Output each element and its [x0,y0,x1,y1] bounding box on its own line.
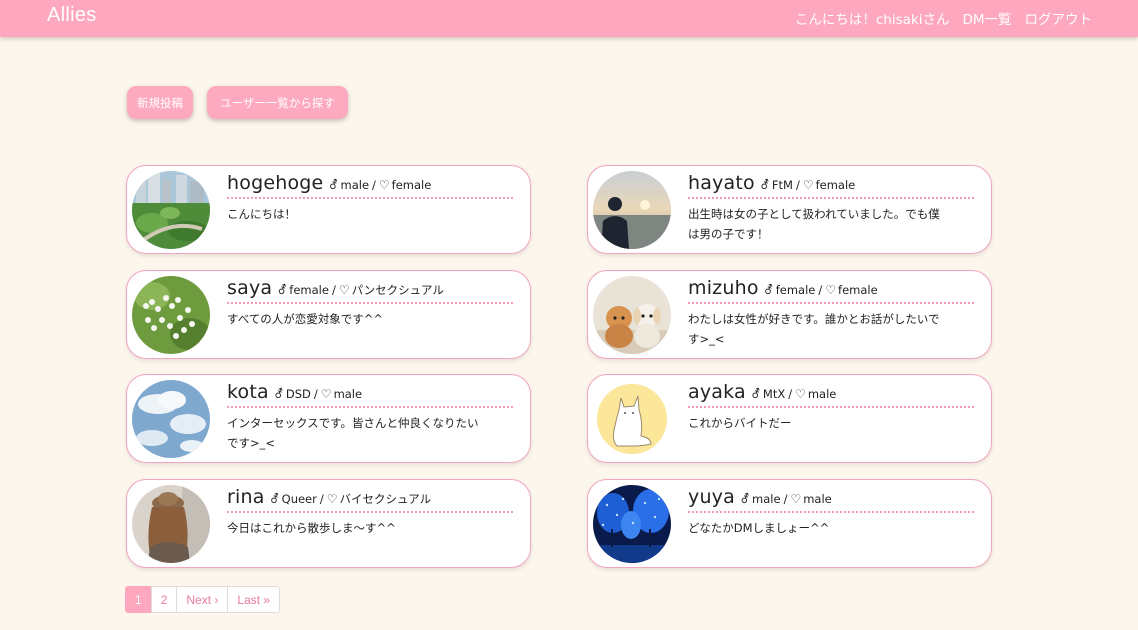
separator: / [313,387,318,401]
cat-illustration [593,380,671,458]
heart-icon: ♡ [378,178,390,192]
blue-illumination-photo [593,485,671,563]
heart-icon: ♡ [320,387,332,401]
heart-icon: ♡ [790,492,802,506]
user-bio: わたしは女性が好きです。誰かとお話がしたいです>_< [688,312,940,346]
pagination: 1 2 Next › Last » [125,586,281,613]
user-avatar[interactable] [132,276,210,354]
brand-logo[interactable]: Allies [47,4,97,27]
gender-icon: ⚦ [759,178,770,192]
user-name[interactable]: rina [227,486,265,508]
user-avatar[interactable] [593,276,671,354]
user-gender: male [752,492,781,506]
user-preference: バイセクシュアル [339,492,432,506]
user-card[interactable]: kota ⚦ DSD / ♡ male インターセックスです。皆さんと仲良くなり… [126,374,531,463]
user-avatar[interactable] [593,485,671,563]
user-gender: FtM [771,178,793,192]
page-1-button[interactable]: 1 [125,586,152,613]
user-name[interactable]: hogehoge [227,172,323,194]
user-name[interactable]: kota [227,381,269,403]
user-preference: female [391,178,432,192]
separator: / [783,492,788,506]
user-avatar[interactable] [132,380,210,458]
user-gender: male [340,178,370,192]
user-avatar[interactable] [593,171,671,249]
user-gender: female [775,283,816,297]
user-bio: こんにちは！ [227,207,296,221]
heart-icon: ♡ [802,178,814,192]
heart-icon: ♡ [825,283,837,297]
page-2-button[interactable]: 2 [150,586,178,613]
next-page-button[interactable]: Next › [176,586,229,613]
gender-icon: ⚦ [273,387,284,401]
gender-icon: ⚦ [739,492,751,506]
user-bio: 出生時は女の子として扱われていました。でも僕は男の子です！ [688,207,940,241]
nav-links: こんにちは！chisakiさん DM一覧 ログアウト [795,8,1092,28]
gender-icon: ⚦ [750,387,761,401]
user-preference: male [807,387,837,401]
separator: / [795,178,800,192]
last-page-button[interactable]: Last » [227,586,281,613]
separator: / [788,387,793,401]
gender-icon: ⚦ [763,283,774,297]
top-navbar: Allies こんにちは！chisakiさん DM一覧 ログアウト [0,0,1138,37]
user-card[interactable]: rina ⚦ Queer / ♡ バイセクシュアル 今日はこれから散歩しま〜す^… [126,479,531,568]
user-name[interactable]: mizuho [688,277,759,299]
user-card[interactable]: yuya ⚦ male / ♡ male どなたかDMしましょー^^ [587,479,992,568]
user-bio: これからバイトだー [688,416,792,430]
user-preference: male [803,492,832,506]
user-name[interactable]: yuya [688,486,735,508]
nav-greeting-link[interactable]: こんにちは！chisakiさん [795,8,950,28]
find-users-button[interactable]: ユーザー一覧から探す [207,86,348,119]
heart-icon: ♡ [795,387,806,401]
separator: / [372,178,376,192]
nav-dm-list-link[interactable]: DM一覧 [962,8,1011,28]
user-card[interactable]: hogehoge ⚦ male / ♡ female こんにちは！ [126,165,531,254]
user-preference: パンセクシュアル [351,283,444,297]
user-gender: MtX [762,387,786,401]
sunset-silhouette-photo [593,171,671,249]
separator: / [319,492,324,506]
sky-clouds-photo [132,380,210,458]
user-preference: female [838,283,878,297]
user-preference: male [333,387,363,401]
puppies-photo [593,276,671,354]
user-card[interactable]: ayaka ⚦ MtX / ♡ male これからバイトだー [587,374,992,463]
user-card[interactable]: hayato ⚦ FtM / ♡ female 出生時は女の子として扱われていま… [587,165,992,254]
separator: / [331,283,336,297]
separator: / [818,283,823,297]
new-post-button[interactable]: 新規投稿 [127,86,193,119]
white-flowers-photo [132,276,210,354]
user-avatar[interactable] [132,171,210,249]
gender-icon: ⚦ [269,492,280,506]
nav-logout-link[interactable]: ログアウト [1025,8,1093,28]
user-bio: どなたかDMしましょー^^ [688,521,830,535]
user-avatar[interactable] [593,380,671,458]
user-avatar[interactable] [132,485,210,563]
user-name[interactable]: saya [227,277,272,299]
user-gender: Queer [281,492,317,506]
user-card[interactable]: mizuho ⚦ female / ♡ female わたしは女性が好きです。誰… [587,270,992,359]
user-gender: female [289,283,329,297]
user-bio: すべての人が恋愛対象です^^ [227,312,384,326]
heart-icon: ♡ [338,283,350,297]
user-bio: 今日はこれから散歩しま〜す^^ [227,521,396,535]
gender-icon: ⚦ [277,283,288,297]
woman-hat-photo [132,485,210,563]
gender-icon: ⚦ [328,178,339,192]
user-card[interactable]: saya ⚦ female / ♡ パンセクシュアル すべての人が恋愛対象です^… [126,270,531,359]
user-bio: インターセックスです。皆さんと仲良くなりたいです>_< [227,416,479,450]
heart-icon: ♡ [326,492,338,506]
city-park-photo [132,171,210,249]
user-gender: DSD [285,387,311,401]
user-name[interactable]: hayato [688,172,755,194]
user-name[interactable]: ayaka [688,381,746,403]
user-preference: female [815,178,856,192]
